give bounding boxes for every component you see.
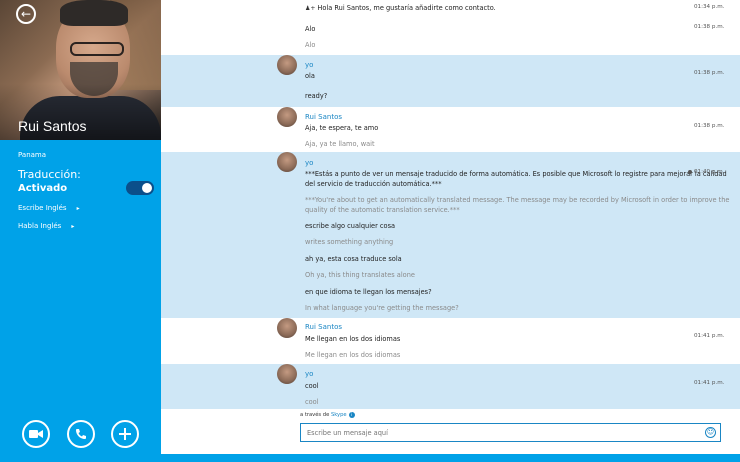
speak-language-selector[interactable]: Habla Inglés ▸ bbox=[18, 222, 74, 230]
translated-text: Aja, ya te llamo, wait bbox=[305, 140, 375, 148]
message-group: ♟+ Hola Rui Santos, me gustaría añadirte … bbox=[161, 0, 740, 55]
video-call-button[interactable] bbox=[22, 420, 50, 448]
contact-photo: ← Rui Santos bbox=[0, 0, 161, 140]
translated-text: In what language you're getting the mess… bbox=[305, 304, 459, 312]
avatar bbox=[277, 107, 297, 127]
avatar bbox=[277, 364, 297, 384]
message-text: Me llegan en los dos idiomas bbox=[305, 335, 401, 343]
message-time: 01:41 p.m. bbox=[694, 333, 725, 339]
message-time: 01:38 p.m. bbox=[694, 70, 725, 76]
message-text: Aja, te espera, te amo bbox=[305, 124, 379, 132]
message-group: yo ***Estás a punto de ver un mensaje tr… bbox=[161, 152, 740, 318]
translated-text: Me llegan en los dos idiomas bbox=[305, 351, 401, 359]
message-text: en que idioma te llegan los mensajes? bbox=[305, 288, 432, 296]
speak-language-label: Habla Inglés bbox=[18, 222, 62, 230]
message-group: Rui Santos Aja, te espera, te amo 01:38 … bbox=[161, 107, 740, 152]
message-group: yo ola 01:38 p.m. ready? bbox=[161, 55, 740, 107]
sender-name: Rui Santos bbox=[305, 113, 342, 121]
message-input[interactable] bbox=[307, 427, 697, 439]
via-prefix: a través de bbox=[300, 412, 330, 418]
message-text: cool bbox=[305, 382, 319, 390]
message-text: escribe algo cualquier cosa bbox=[305, 222, 396, 230]
translated-text: Alo bbox=[305, 41, 316, 49]
video-camera-icon bbox=[29, 430, 43, 438]
sender-name: Rui Santos bbox=[305, 323, 342, 331]
message-group: yo cool 01:41 p.m. cool bbox=[161, 364, 740, 409]
message-text: del servicio de traducción automática.**… bbox=[305, 180, 442, 188]
contact-request-line: ♟+ Hola Rui Santos, me gustaría añadirte … bbox=[305, 4, 496, 12]
translated-text: Oh ya, this thing translates alone bbox=[305, 271, 415, 279]
message-time: 01:38 p.m. bbox=[694, 123, 725, 129]
message-text: ola bbox=[305, 72, 315, 80]
back-arrow-icon[interactable]: ← bbox=[16, 4, 36, 24]
info-icon[interactable]: i bbox=[348, 412, 355, 418]
sender-name: yo bbox=[305, 159, 314, 167]
message-compose[interactable]: ☺ bbox=[300, 423, 721, 442]
time-text: 01:40 p.m. bbox=[694, 169, 725, 175]
write-language-selector[interactable]: Escribe Inglés ▸ bbox=[18, 204, 80, 212]
message-text: ready? bbox=[305, 92, 328, 100]
pending-dot-icon bbox=[688, 169, 692, 174]
plus-icon bbox=[119, 428, 131, 440]
message-text: Hola Rui Santos, me gustaría añadirte co… bbox=[317, 4, 496, 12]
add-people-button[interactable] bbox=[111, 420, 139, 448]
contact-location: Panama bbox=[18, 151, 47, 159]
phone-icon bbox=[76, 429, 86, 439]
conversation-pane[interactable]: ♟+ Hola Rui Santos, me gustaría añadirte … bbox=[161, 0, 740, 454]
avatar bbox=[277, 318, 297, 338]
chevron-right-icon: ▸ bbox=[71, 223, 75, 230]
sender-name: yo bbox=[305, 61, 314, 69]
message-time: 01:40 p.m. bbox=[688, 169, 724, 175]
message-time: 01:34 p.m. bbox=[694, 4, 725, 10]
message-time: 01:38 p.m. bbox=[694, 24, 725, 30]
translated-text: quality of the automatic translation ser… bbox=[305, 206, 460, 214]
message-time: 01:41 p.m. bbox=[694, 380, 725, 386]
sender-name: yo bbox=[305, 370, 314, 378]
bottom-bar bbox=[0, 454, 740, 462]
contact-panel: ← Rui Santos Panama Traducción: Activado… bbox=[0, 0, 161, 462]
write-language-label: Escribe Inglés bbox=[18, 204, 67, 212]
toggle-knob bbox=[142, 183, 152, 193]
contact-name: Rui Santos bbox=[18, 118, 87, 134]
translation-toggle[interactable] bbox=[126, 181, 154, 195]
translated-text: ***You're about to get an automatically … bbox=[305, 196, 730, 204]
emoji-icon[interactable]: ☺ bbox=[705, 427, 716, 438]
message-text: Alo bbox=[305, 25, 316, 33]
avatar bbox=[277, 55, 297, 75]
message-text: ***Estás a punto de ver un mensaje tradu… bbox=[305, 170, 727, 178]
add-contact-icon: ♟+ bbox=[305, 5, 316, 12]
avatar bbox=[277, 152, 297, 172]
message-group: Rui Santos Me llegan en los dos idiomas … bbox=[161, 318, 740, 364]
voice-call-button[interactable] bbox=[67, 420, 95, 448]
translated-text: writes something anything bbox=[305, 238, 394, 246]
chevron-right-icon: ▸ bbox=[76, 205, 80, 212]
translated-text: cool bbox=[305, 398, 319, 406]
translation-label: Traducción: bbox=[18, 168, 81, 181]
translation-status: Activado bbox=[18, 183, 68, 194]
via-service-link[interactable]: Skype bbox=[331, 412, 347, 418]
via-skype-note: a través de Skype i bbox=[300, 412, 355, 418]
message-text: ah ya, esta cosa traduce sola bbox=[305, 255, 402, 263]
